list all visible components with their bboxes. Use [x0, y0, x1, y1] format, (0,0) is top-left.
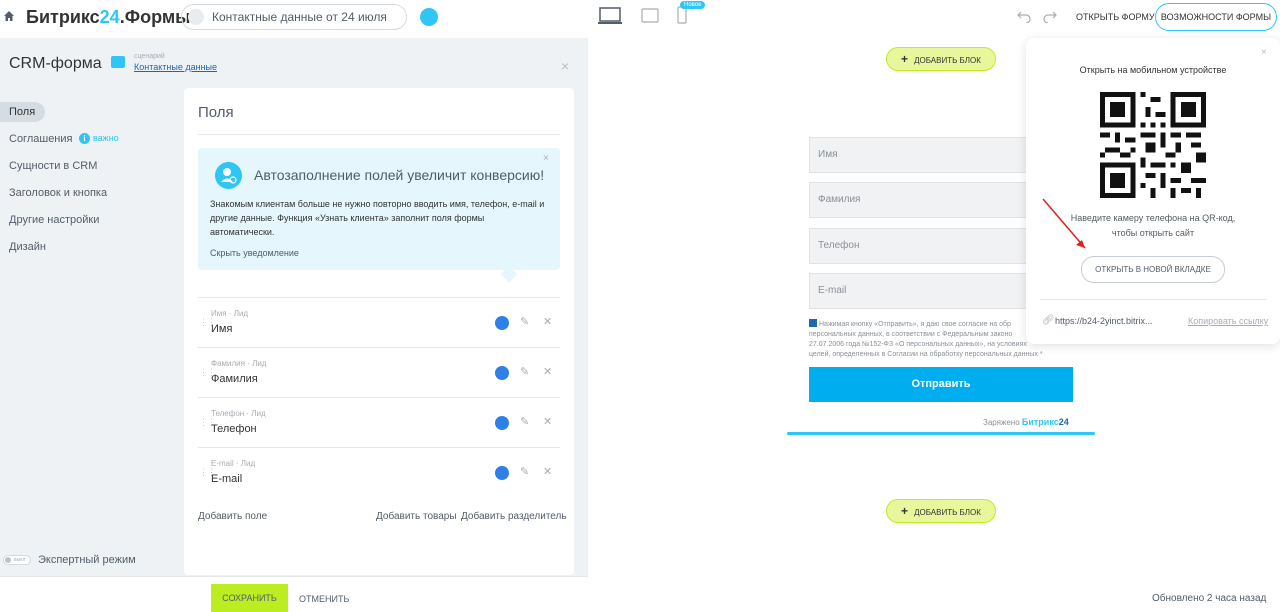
form-url: https://b24-2yinct.bitrix... [1055, 316, 1153, 326]
qr-code [1100, 92, 1206, 198]
card-title: Поля [198, 104, 234, 121]
open-form-link[interactable]: ОТКРЫТЬ ФОРМУ [1076, 12, 1155, 22]
settings-panel: CRM-форма сценарий Контактные данные × П… [0, 38, 588, 611]
close-icon[interactable]: × [1261, 47, 1267, 58]
field-caption: Фамилия · Лид [211, 359, 267, 368]
form-title-field[interactable]: Контактные данные от 24 июля [181, 4, 407, 30]
powered-by[interactable]: Заряжено Битрикс24 [983, 417, 1069, 427]
nav-item-agreements[interactable]: Соглашения [9, 133, 73, 145]
important-label: важно [93, 133, 119, 143]
add-block-button-top[interactable]: + ДОБАВИТЬ БЛОК [886, 47, 996, 71]
consent-text: Нажимая кнопку «Отправить», я даю свое с… [809, 320, 1049, 360]
top-bar: Битрикс24.Формы Контактные данные от 24 … [0, 0, 1280, 34]
form-icon [188, 9, 204, 25]
add-block-button-bottom[interactable]: + ДОБАВИТЬ БЛОК [886, 499, 996, 523]
autofill-user-icon[interactable] [495, 416, 509, 430]
edit-icon[interactable]: ✎ [520, 415, 529, 428]
field-name: Телефон [211, 423, 257, 435]
delete-icon[interactable]: ✕ [543, 365, 552, 378]
new-badge: Новое [680, 1, 706, 9]
field-row[interactable]: ⋮⋮ Фамилия · Лид Фамилия ✎ ✕ [198, 347, 560, 397]
notice-title: Автозаполнение полей увеличит конверсию! [254, 167, 545, 183]
hide-notice-link[interactable]: Скрыть уведомление [210, 248, 299, 258]
autofill-user-icon[interactable] [495, 466, 509, 480]
mobile-preview-popup: × Открыть на мобильном устройстве Наведи… [1026, 38, 1280, 344]
toggle-state: выкл [14, 557, 26, 563]
consent-line: персональных данных, в соответствии с Фе… [809, 331, 1013, 338]
nav-item-fields[interactable]: Поля [0, 102, 45, 122]
open-new-tab-button[interactable]: ОТКРЫТЬ В НОВОЙ ВКЛАДКЕ [1081, 256, 1225, 283]
home-icon[interactable] [4, 11, 14, 21]
delete-icon[interactable]: ✕ [543, 415, 552, 428]
delete-icon[interactable]: ✕ [543, 315, 552, 328]
save-button[interactable]: СОХРАНИТЬ [211, 584, 288, 612]
form-title-text: Контактные данные от 24 июля [212, 10, 387, 24]
add-field-link[interactable]: Добавить поле [198, 511, 267, 522]
divider [1040, 299, 1266, 300]
scenario-link[interactable]: Контактные данные [134, 62, 217, 72]
field-caption: E-mail · Лид [211, 459, 256, 468]
fields-card: Поля Автозаполнение полей увеличит конве… [184, 88, 574, 575]
field-name: Имя [211, 323, 233, 335]
nav-item-other-settings[interactable]: Другие настройки [9, 214, 99, 226]
scenario-caption: сценарий [134, 53, 165, 60]
consent-line: Нажимая кнопку «Отправить», я даю свое с… [819, 321, 1011, 328]
app-logo[interactable]: Битрикс24.Формы [26, 7, 191, 28]
close-icon[interactable]: × [543, 153, 549, 164]
panel-title: CRM-форма [9, 55, 102, 72]
edit-icon[interactable]: ✎ [520, 315, 529, 328]
add-block-label: ДОБАВИТЬ БЛОК [914, 56, 981, 65]
powered-prefix: Заряжено [983, 418, 1020, 427]
add-block-label: ДОБАВИТЬ БЛОК [914, 508, 981, 517]
undo-icon[interactable] [1017, 9, 1031, 23]
field-caption: Имя · Лид [211, 309, 249, 318]
scenario-icon [111, 56, 125, 68]
submit-button[interactable]: Отправить [809, 367, 1073, 402]
notice-body: Знакомым клиентам больше не нужно повтор… [210, 199, 545, 237]
field-name: E-mail [211, 473, 243, 485]
link-icon: 🔗︎ [1042, 315, 1055, 326]
add-separator-link[interactable]: Добавить разделитель [461, 511, 567, 522]
bottom-bar: СОХРАНИТЬ ОТМЕНИТЬ [0, 576, 588, 612]
powered-brand: Битрикс [1021, 417, 1059, 427]
plus-icon: + [901, 52, 909, 66]
autofill-notice: Автозаполнение полей увеличит конверсию!… [198, 148, 560, 270]
autofill-user-icon[interactable] [495, 316, 509, 330]
nav-item-crm-entities[interactable]: Сущности в CRM [9, 160, 97, 172]
nav-item-header-button[interactable]: Заголовок и кнопка [9, 187, 107, 199]
red-arrow-icon [1042, 198, 1086, 249]
field-row[interactable]: ⋮⋮ Телефон · Лид Телефон ✎ ✕ [198, 397, 560, 447]
add-products-link[interactable]: Добавить товары [376, 511, 457, 522]
autofill-user-icon[interactable] [495, 366, 509, 380]
expert-mode-label: Экспертный режим [38, 554, 136, 566]
copy-link-button[interactable]: Копировать ссылку [1188, 316, 1268, 326]
field-name: Фамилия [211, 373, 258, 385]
cloud-icon[interactable] [420, 8, 438, 26]
edit-icon[interactable]: ✎ [520, 465, 529, 478]
consent-line: 27.07.2006 года №152-ФЗ «О персональных … [809, 341, 1027, 348]
plus-icon: + [901, 504, 909, 518]
tablet-view-icon[interactable] [641, 8, 659, 23]
field-row[interactable]: ⋮⋮ E-mail · Лид E-mail ✎ ✕ [198, 447, 560, 497]
redo-icon[interactable] [1043, 9, 1057, 23]
form-underline [787, 432, 1095, 435]
field-row[interactable]: ⋮⋮ Имя · Лид Имя ✎ ✕ [198, 297, 560, 347]
form-features-button[interactable]: ВОЗМОЖНОСТИ ФОРМЫ [1155, 3, 1277, 31]
user-search-icon [215, 162, 242, 189]
delete-icon[interactable]: ✕ [543, 465, 552, 478]
popup-title: Открыть на мобильном устройстве [1079, 65, 1227, 75]
expert-mode-toggle[interactable]: выкл [3, 555, 31, 565]
desktop-view-icon[interactable] [598, 7, 622, 24]
consent-line: целей, определенных в Согласии на обрабо… [809, 351, 1043, 358]
info-icon: i [79, 133, 90, 144]
updated-status: Обновлено 2 часа назад [1152, 593, 1267, 604]
close-icon[interactable]: × [561, 58, 569, 74]
powered-num: 24 [1058, 417, 1069, 427]
nav-item-design[interactable]: Дизайн [9, 241, 46, 253]
field-caption: Телефон · Лид [211, 409, 266, 418]
cancel-button[interactable]: ОТМЕНИТЬ [299, 594, 349, 604]
edit-icon[interactable]: ✎ [520, 365, 529, 378]
divider [198, 134, 560, 135]
